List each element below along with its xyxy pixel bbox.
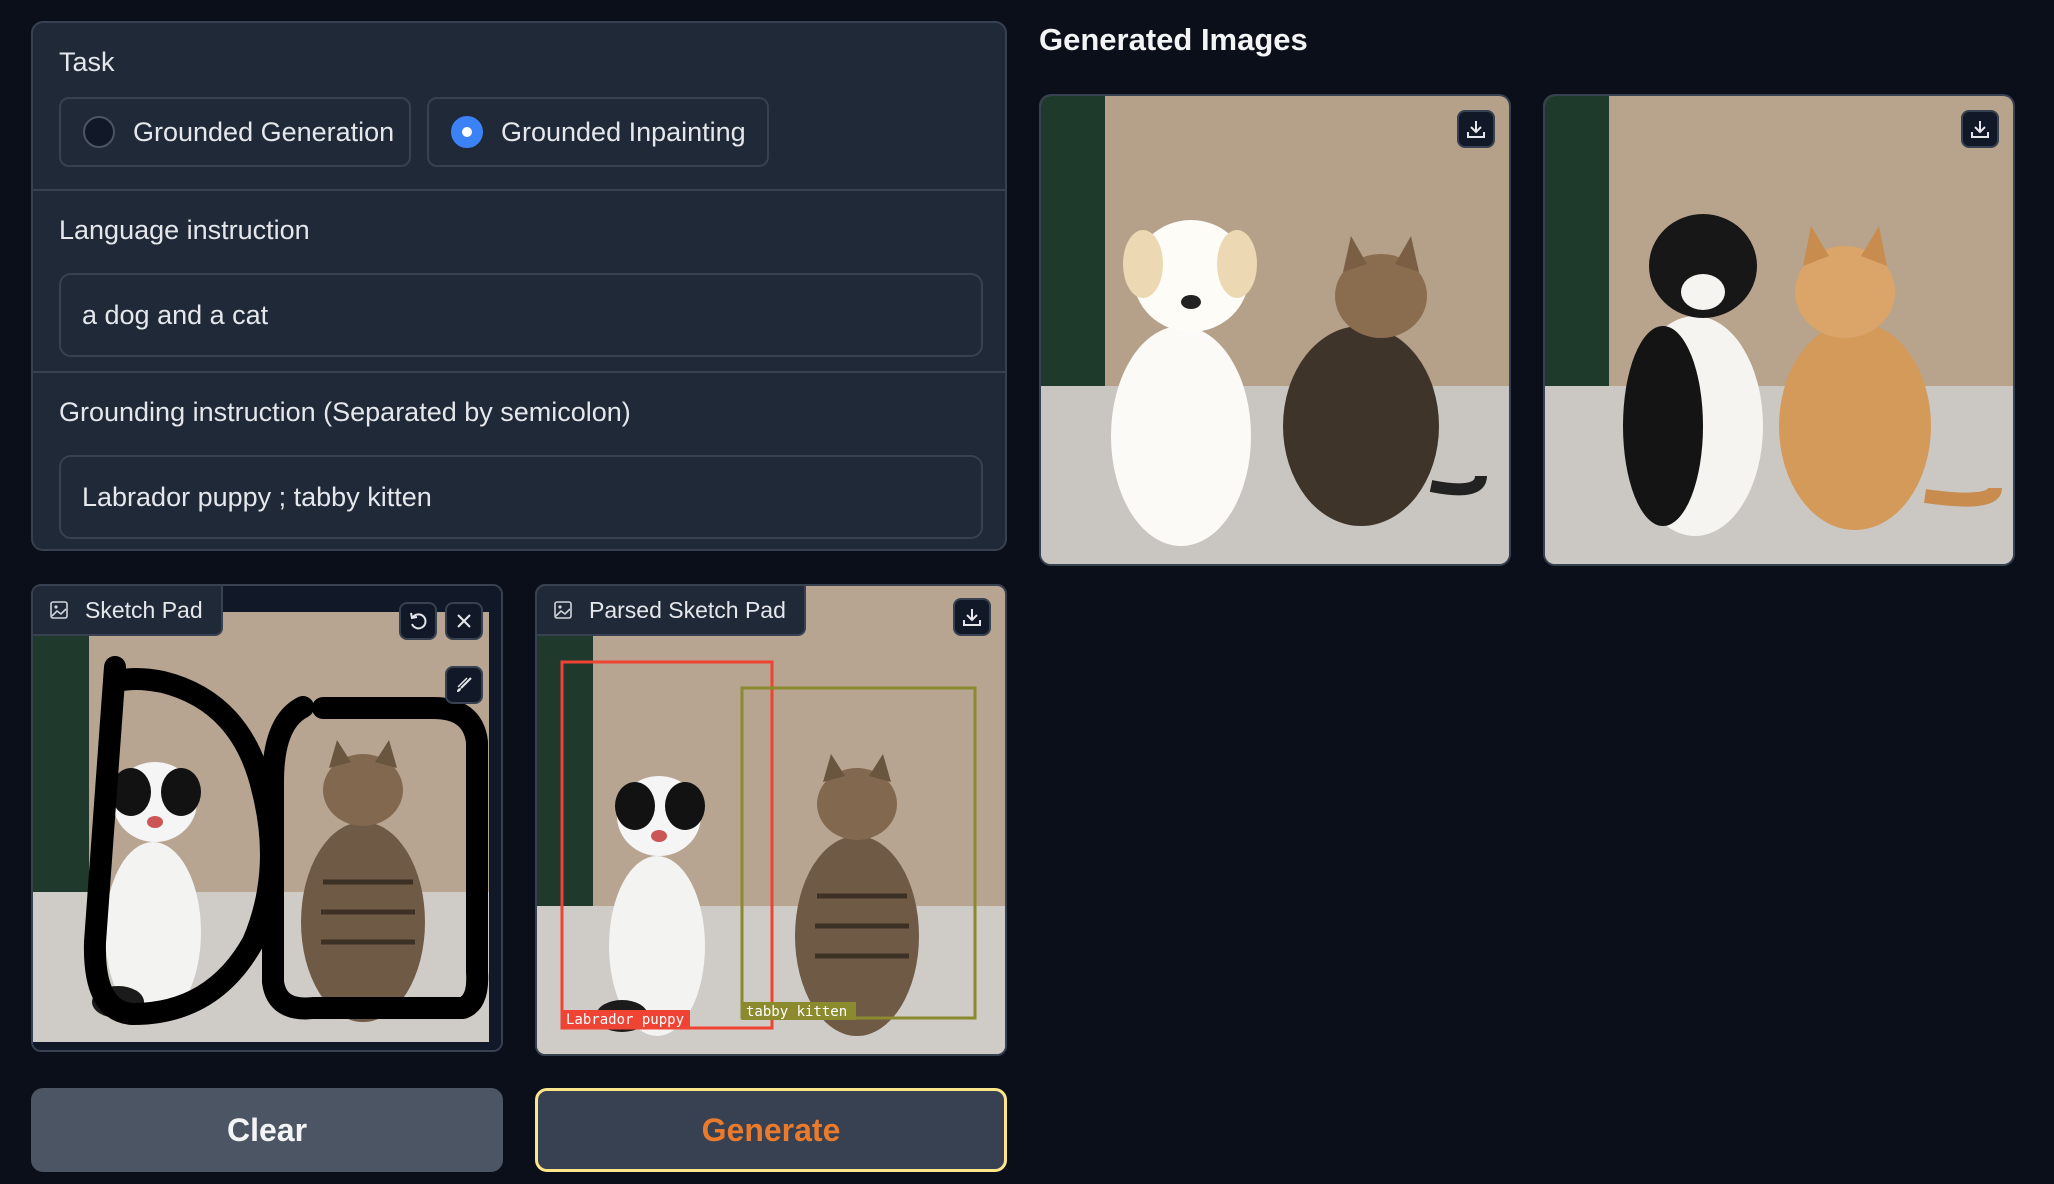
- radio-unchecked-icon[interactable]: [83, 116, 115, 148]
- download-icon: [1467, 121, 1485, 138]
- undo-button[interactable]: [399, 602, 437, 640]
- download-button[interactable]: [953, 598, 991, 636]
- parsed-canvas: Labrador puppy tabby kitten: [537, 586, 1005, 1054]
- parsed-sketch-pad-panel: Parsed Sketch Pad Labrador puppy tabby k…: [535, 584, 1007, 1056]
- parsed-sketch-pad-tab: Parsed Sketch Pad: [537, 586, 806, 636]
- task-label: Task: [59, 47, 115, 77]
- language-instruction-input[interactable]: [59, 273, 983, 357]
- language-instruction-block: Language instruction: [33, 189, 1005, 371]
- generated-image-canvas: [1545, 96, 2013, 564]
- grounding-instruction-label: Grounding instruction (Separated by semi…: [59, 397, 631, 427]
- generated-image-canvas: [1041, 96, 1509, 564]
- image-icon: [554, 601, 572, 619]
- sketch-pad-tab: Sketch Pad: [33, 586, 223, 636]
- sketch-pad-panel: Sketch Pad: [31, 584, 503, 1052]
- radio-label: Grounded Generation: [133, 116, 395, 147]
- radio-grounded-generation[interactable]: Grounded Generation: [59, 97, 411, 167]
- radio-label: Grounded Inpainting: [501, 116, 746, 147]
- grounding-instruction-input[interactable]: [59, 455, 983, 539]
- clear-button[interactable]: Clear: [31, 1088, 503, 1172]
- bbox-label-tabby: tabby kitten: [746, 1004, 847, 1020]
- language-instruction-label: Language instruction: [59, 215, 310, 245]
- close-icon: [457, 614, 471, 628]
- bbox-label-labrador: Labrador puppy: [566, 1012, 684, 1028]
- brush-icon: [457, 677, 472, 692]
- generate-button[interactable]: Generate: [535, 1088, 1007, 1172]
- download-button[interactable]: [1457, 110, 1495, 148]
- download-icon: [963, 609, 981, 626]
- sketch-canvas[interactable]: [33, 586, 503, 1052]
- brush-button[interactable]: [445, 666, 483, 704]
- sketch-pad-label: Sketch Pad: [85, 596, 203, 623]
- generated-image-2[interactable]: [1543, 94, 2015, 566]
- download-button[interactable]: [1961, 110, 1999, 148]
- gallery-title: Generated Images: [1039, 22, 1308, 57]
- undo-icon: [410, 612, 427, 630]
- generated-image-1[interactable]: [1039, 94, 1511, 566]
- grounding-instruction-block: Grounding instruction (Separated by semi…: [33, 371, 1005, 549]
- input-form-panel: Task Grounded Generation Grounded Inpain…: [31, 21, 1007, 551]
- clear-sketch-button[interactable]: [445, 602, 483, 640]
- radio-checked-icon[interactable]: [451, 116, 483, 148]
- download-icon: [1971, 121, 1989, 138]
- radio-grounded-inpainting[interactable]: Grounded Inpainting: [427, 97, 769, 167]
- image-icon: [50, 601, 68, 619]
- task-block: Task Grounded Generation Grounded Inpain…: [33, 23, 1005, 189]
- parsed-sketch-pad-label: Parsed Sketch Pad: [589, 596, 786, 623]
- app-page: Task Grounded Generation Grounded Inpain…: [0, 0, 2054, 1184]
